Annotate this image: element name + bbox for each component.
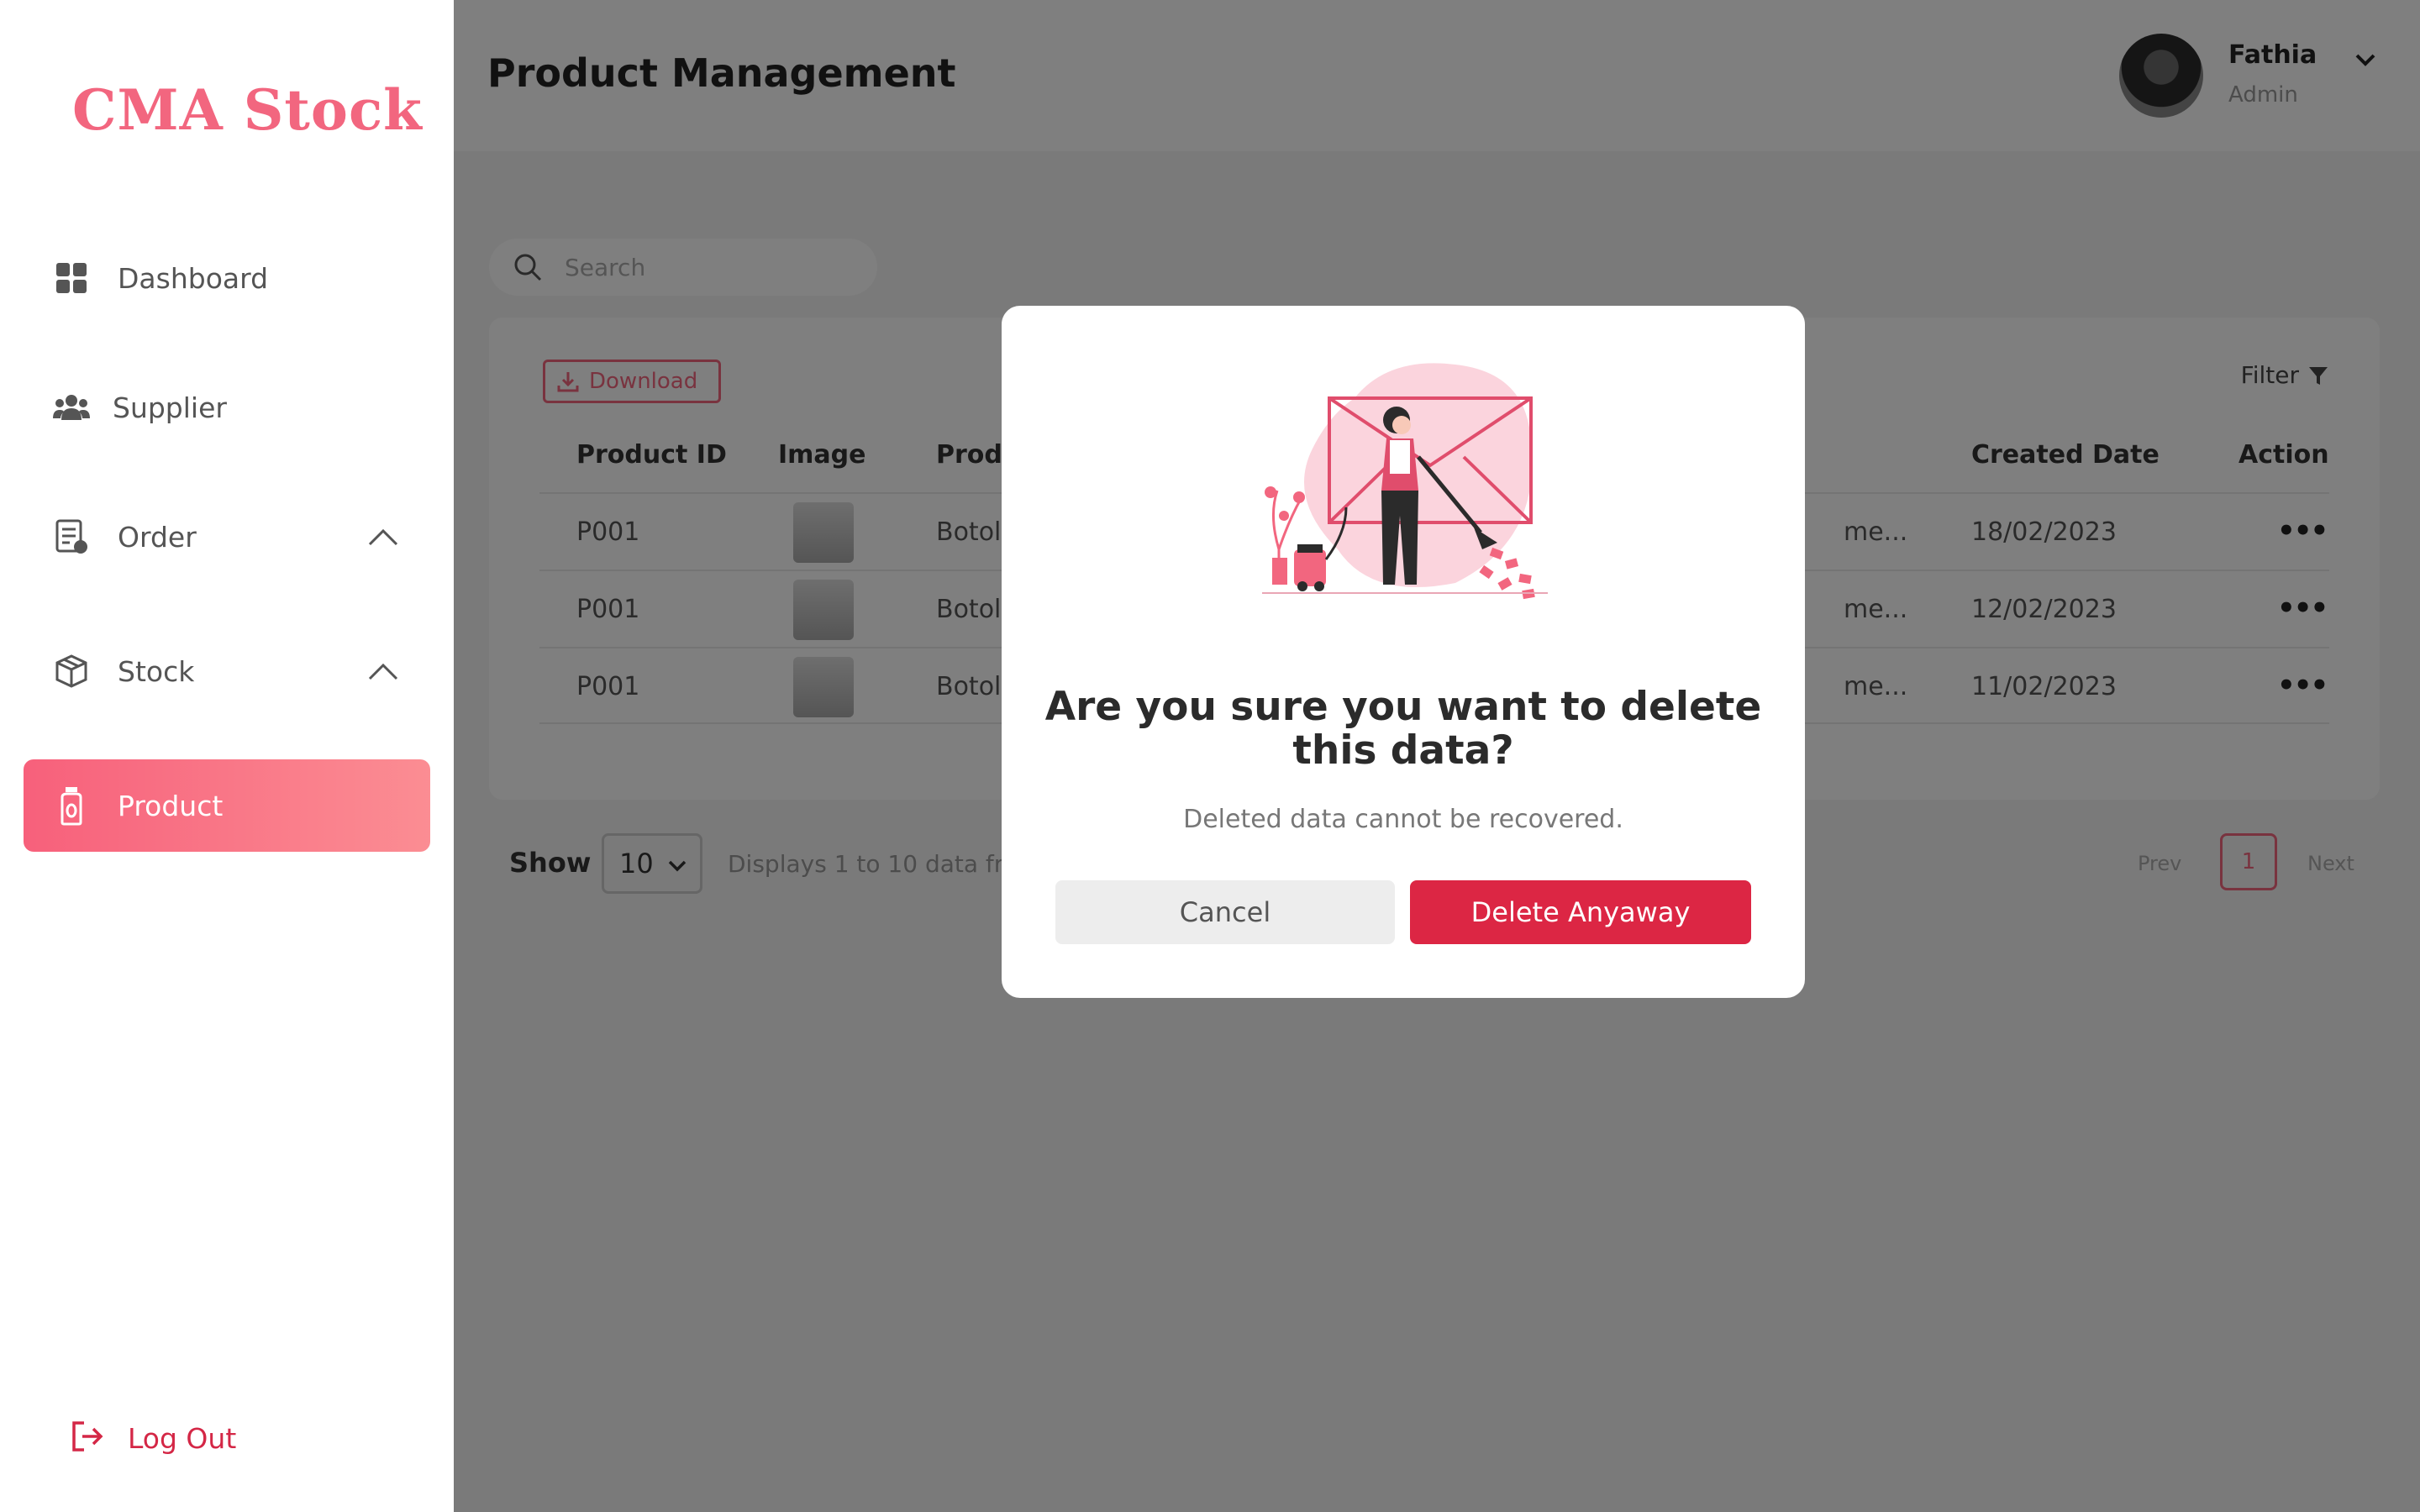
logout-label: Log Out	[128, 1421, 237, 1455]
sidebar-item-stock[interactable]: Stock	[24, 625, 430, 717]
cancel-button[interactable]: Cancel	[1055, 880, 1395, 944]
app-logo: CMA Stock	[72, 77, 423, 143]
chevron-up-icon[interactable]	[366, 521, 400, 554]
chevron-up-icon[interactable]	[366, 655, 400, 689]
dialog-subtitle: Deleted data cannot be recovered.	[1183, 805, 1623, 834]
box-icon	[52, 652, 91, 690]
logout-icon	[71, 1420, 104, 1457]
delete-button[interactable]: Delete Anyaway	[1410, 880, 1751, 944]
grid-icon	[52, 259, 91, 297]
sidebar: CMA Stock Dashboard Supplier Order Stock…	[0, 0, 454, 1512]
dialog-title: Are you sure you want to delete this dat…	[1044, 684, 1762, 774]
delete-confirm-dialog: Are you sure you want to delete this dat…	[1002, 306, 1805, 998]
sidebar-item-order[interactable]: Order	[24, 491, 430, 583]
sidebar-item-label: Product	[118, 789, 224, 822]
order-icon	[52, 517, 91, 556]
logout-button[interactable]: Log Out	[71, 1420, 236, 1457]
bottle-icon	[52, 786, 91, 826]
sidebar-item-label: Dashboard	[118, 261, 269, 295]
sidebar-item-supplier[interactable]: Supplier	[24, 361, 430, 454]
sidebar-item-product[interactable]: Product	[24, 759, 430, 852]
sidebar-item-dashboard[interactable]: Dashboard	[24, 232, 430, 324]
users-icon	[52, 388, 91, 427]
sidebar-item-label: Supplier	[113, 391, 227, 424]
sidebar-item-label: Order	[118, 520, 197, 554]
sidebar-item-label: Stock	[118, 654, 195, 688]
cleaning-illustration	[1262, 363, 1548, 600]
